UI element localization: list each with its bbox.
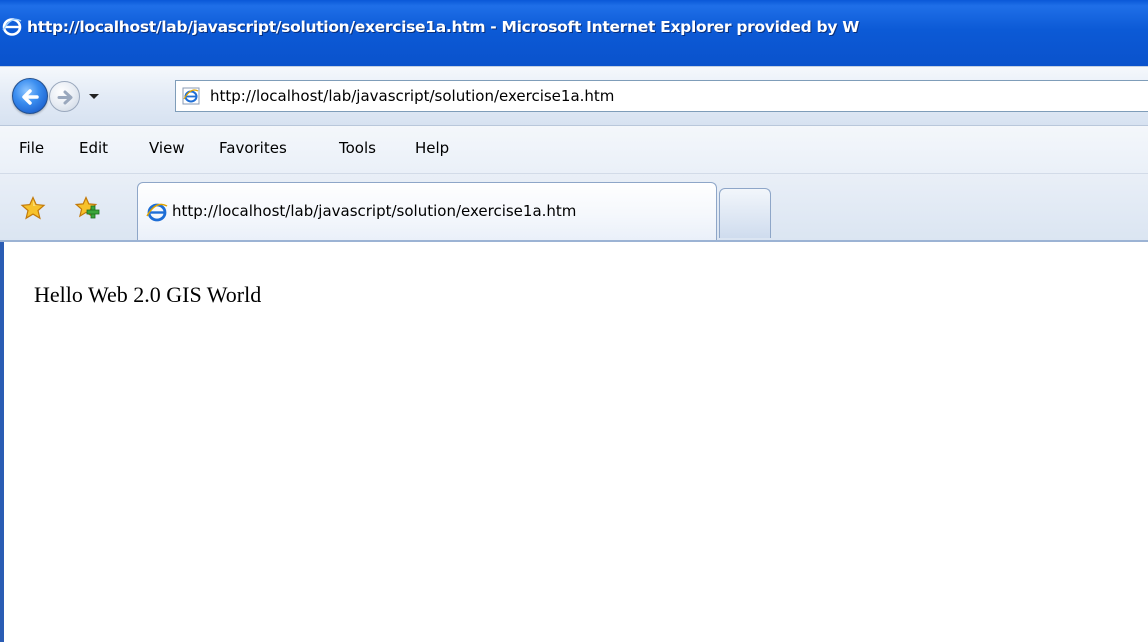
menu-bar: File Edit View Favorites Tools Help (0, 126, 1148, 174)
forward-button[interactable] (49, 81, 80, 112)
page-text: Hello Web 2.0 GIS World (34, 282, 262, 307)
ie-page-icon (182, 87, 200, 105)
window-title: http://localhost/lab/javascript/solution… (27, 18, 860, 36)
menu-file[interactable]: File (19, 139, 44, 157)
forward-arrow-icon (57, 90, 73, 105)
tab-exercise1a[interactable]: http://localhost/lab/javascript/solution… (137, 182, 717, 240)
back-button[interactable] (12, 78, 48, 114)
page-content: Hello Web 2.0 GIS World (0, 242, 1148, 642)
back-arrow-icon (22, 89, 39, 105)
tab-bar: http://localhost/lab/javascript/solution… (0, 174, 1148, 242)
menu-tools[interactable]: Tools (339, 139, 376, 157)
chevron-down-icon (89, 94, 99, 99)
address-input[interactable] (210, 81, 1148, 111)
menu-favorites[interactable]: Favorites (219, 139, 287, 157)
title-bar[interactable]: http://localhost/lab/javascript/solution… (0, 0, 1148, 74)
star-icon[interactable] (20, 196, 46, 220)
ie-icon (146, 201, 168, 223)
ie-icon (2, 17, 22, 37)
new-tab-button[interactable] (719, 188, 771, 238)
browser-window: http://localhost/lab/javascript/solution… (0, 0, 1148, 642)
add-favorite-icon[interactable] (74, 195, 102, 221)
navigation-bar (0, 66, 1148, 126)
menu-edit[interactable]: Edit (79, 139, 108, 157)
menu-view[interactable]: View (149, 139, 185, 157)
tab-label: http://localhost/lab/javascript/solution… (172, 202, 577, 220)
address-bar[interactable] (175, 80, 1148, 112)
history-dropdown-button[interactable] (83, 85, 105, 107)
menu-help[interactable]: Help (415, 139, 449, 157)
